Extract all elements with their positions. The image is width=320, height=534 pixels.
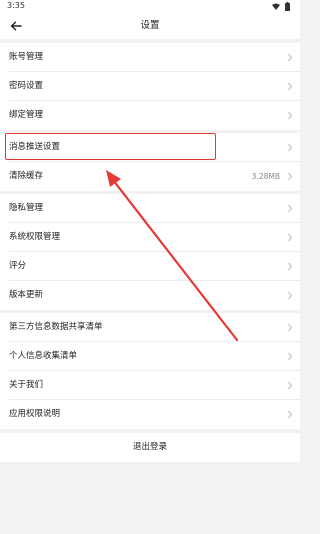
menu-item-label: 关于我们 xyxy=(9,380,44,390)
chevron-right-icon xyxy=(288,262,293,271)
chevron-right-icon xyxy=(288,233,293,242)
menu-item-label: 清除缓存 xyxy=(9,171,44,181)
menu-item-version-update[interactable]: 版本更新 xyxy=(0,281,300,310)
chevron-right-icon xyxy=(288,143,293,152)
chevron-right-icon xyxy=(288,204,293,213)
menu-item-binding-management[interactable]: 绑定管理 xyxy=(0,101,300,130)
menu-item-label: 消息推送设置 xyxy=(9,142,61,152)
chevron-right-icon xyxy=(288,291,293,300)
menu-item-label: 评分 xyxy=(9,261,27,271)
menu-item-push-settings[interactable]: 消息推送设置 xyxy=(0,133,300,162)
menu-item-label: 个人信息收集清单 xyxy=(9,351,78,361)
menu-item-third-party-sharing-list[interactable]: 第三方信息数据共享清单 xyxy=(0,313,300,342)
chevron-right-icon xyxy=(288,410,293,419)
battery-icon xyxy=(285,3,290,11)
menu-item-label: 隐私管理 xyxy=(9,203,44,213)
chevron-right-icon xyxy=(288,172,293,181)
menu-item-personal-info-list[interactable]: 个人信息收集清单 xyxy=(0,342,300,371)
menu-item-label: 绑定管理 xyxy=(9,110,44,120)
menu-item-label: 系统权限管理 xyxy=(9,232,61,242)
menu-item-label: 版本更新 xyxy=(9,290,44,300)
menu-item-label: 账号管理 xyxy=(9,52,44,62)
chevron-right-icon xyxy=(288,381,293,390)
wifi-battery-icon xyxy=(272,2,290,11)
menu-item-clear-cache[interactable]: 清除缓存 3.28MB xyxy=(0,162,300,191)
chevron-right-icon xyxy=(288,82,293,91)
status-time: 3:35 xyxy=(7,1,25,10)
chevron-right-icon xyxy=(288,323,293,332)
logout-label: 退出登录 xyxy=(132,442,167,452)
chevron-right-icon xyxy=(288,352,293,361)
menu-item-label: 第三方信息数据共享清单 xyxy=(9,322,103,332)
cache-size-value: 3.28MB xyxy=(251,172,280,181)
menu-item-system-permissions[interactable]: 系统权限管理 xyxy=(0,223,300,252)
menu-item-rating[interactable]: 评分 xyxy=(0,252,300,281)
menu-item-about-us[interactable]: 关于我们 xyxy=(0,371,300,400)
chevron-right-icon xyxy=(288,53,293,62)
back-button[interactable] xyxy=(6,17,26,35)
menu-item-app-permissions-info[interactable]: 应用权限说明 xyxy=(0,400,300,429)
logout-button[interactable]: 退出登录 xyxy=(0,433,300,462)
back-arrow-icon xyxy=(10,21,22,31)
status-bar: 3:35 xyxy=(0,0,300,13)
wifi-icon xyxy=(272,3,280,10)
menu-item-privacy-management[interactable]: 隐私管理 xyxy=(0,194,300,223)
app-header: 设置 xyxy=(0,13,300,39)
menu-item-password-settings[interactable]: 密码设置 xyxy=(0,72,300,101)
menu-item-label: 密码设置 xyxy=(9,81,44,91)
menu-item-label: 应用权限说明 xyxy=(9,409,61,419)
page-title: 设置 xyxy=(140,20,160,31)
menu-item-account-management[interactable]: 账号管理 xyxy=(0,43,300,72)
chevron-right-icon xyxy=(288,111,293,120)
